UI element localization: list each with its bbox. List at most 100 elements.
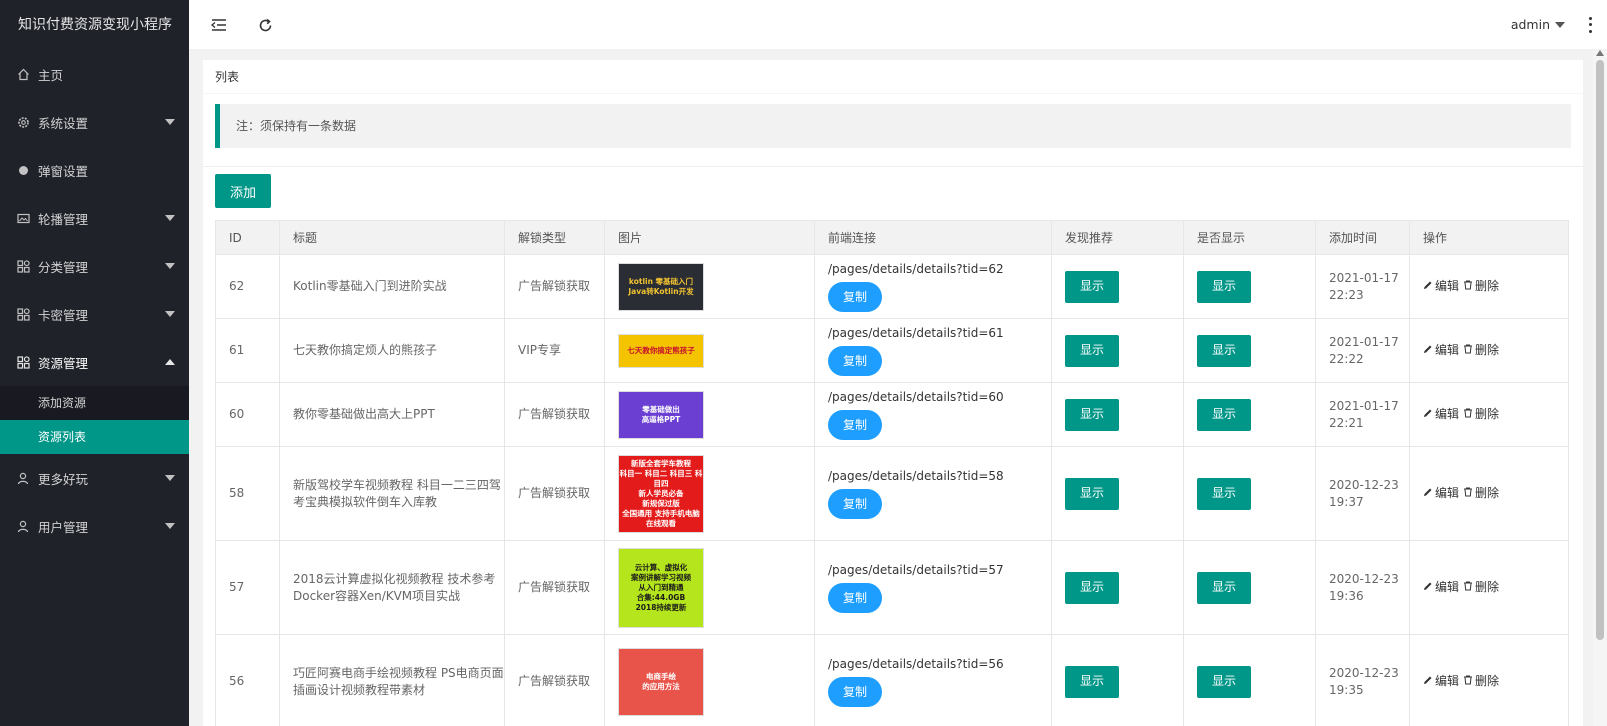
cell-title: Kotlin零基础入门到进阶实战 xyxy=(279,254,505,319)
delete-link[interactable]: 删除 xyxy=(1463,342,1499,359)
cell-image: 电商手绘 的应用方法 xyxy=(604,634,815,726)
column-header-visible[interactable]: 是否显示 xyxy=(1183,220,1316,255)
column-header-image[interactable]: 图片 xyxy=(604,220,815,255)
time-text: 19:37 xyxy=(1329,494,1364,509)
sidebar-item-category[interactable]: 分类管理 xyxy=(0,242,189,290)
scrollbar-thumb[interactable] xyxy=(1596,60,1604,640)
copy-button[interactable]: 复制 xyxy=(828,346,882,376)
edit-link[interactable]: 编辑 xyxy=(1423,278,1459,295)
edit-link[interactable]: 编辑 xyxy=(1423,342,1459,359)
column-header-id[interactable]: ID xyxy=(215,220,280,255)
thumbnail-image[interactable]: 电商手绘 的应用方法 xyxy=(618,647,704,716)
copy-button[interactable]: 复制 xyxy=(828,583,882,613)
cell-visible: 显示 xyxy=(1183,634,1316,726)
column-header-recommend[interactable]: 发现推荐 xyxy=(1051,220,1184,255)
column-header-title[interactable]: 标题 xyxy=(279,220,505,255)
date-text: 2020-12-23 xyxy=(1329,571,1399,586)
date-text: 2021-01-17 xyxy=(1329,334,1399,349)
cell-actions: 编辑 删除 xyxy=(1409,634,1569,726)
username: admin xyxy=(1510,17,1550,32)
recommend-toggle-button[interactable]: 显示 xyxy=(1065,334,1119,367)
sidebar-item-label: 弹窗设置 xyxy=(38,163,89,179)
card-title: 列表 xyxy=(203,60,1583,94)
copy-button[interactable]: 复制 xyxy=(828,489,882,519)
sidebar-subitem-add-resource[interactable]: 添加资源 xyxy=(0,386,189,420)
sidebar-item-users[interactable]: 用户管理 xyxy=(0,502,189,550)
visible-toggle-button[interactable]: 显示 xyxy=(1197,398,1251,431)
menu-collapse-icon[interactable] xyxy=(209,15,229,35)
sidebar-item-popup-settings[interactable]: 弹窗设置 xyxy=(0,146,189,194)
visible-toggle-button[interactable]: 显示 xyxy=(1197,665,1251,698)
sidebar-item-label: 系统设置 xyxy=(38,115,89,131)
page-scrollbar[interactable] xyxy=(1593,50,1607,726)
cell-visible: 显示 xyxy=(1183,446,1316,541)
thumbnail-text: 零基础做出 高逼格PPT xyxy=(641,404,681,424)
thumbnail-image[interactable]: 新版全套学车教程 科目一 科目二 科目三 科目四 新人学员必备 新规保过版 全国… xyxy=(618,454,704,533)
table-row: 61 七天教你搞定烦人的熊孩子 VIP专享 七天教你搞定熊孩子/pages/detai… xyxy=(215,318,1569,383)
visible-toggle-button[interactable]: 显示 xyxy=(1197,270,1251,303)
delete-label: 删除 xyxy=(1475,279,1500,293)
thumbnail-text: 七天教你搞定熊孩子 xyxy=(627,345,695,355)
thumbnail-image[interactable]: 零基础做出 高逼格PPT xyxy=(618,390,704,439)
trash-icon xyxy=(1463,342,1475,359)
cell-link: /pages/details/details?tid=60 复制 xyxy=(814,382,1052,447)
sidebar-item-resources[interactable]: 资源管理 xyxy=(0,338,189,386)
delete-link[interactable]: 删除 xyxy=(1463,485,1499,502)
cell-unlock-type: VIP专享 xyxy=(504,318,605,383)
cell-visible: 显示 xyxy=(1183,382,1316,447)
trash-icon xyxy=(1463,579,1475,596)
copy-button[interactable]: 复制 xyxy=(828,677,882,707)
visible-toggle-button[interactable]: 显示 xyxy=(1197,477,1251,510)
cell-id: 60 xyxy=(215,382,280,447)
copy-button[interactable]: 复制 xyxy=(828,282,882,312)
add-button[interactable]: 添加 xyxy=(215,174,271,208)
visible-toggle-button[interactable]: 显示 xyxy=(1197,334,1251,367)
sidebar-item-more-fun[interactable]: 更多好玩 xyxy=(0,454,189,502)
sidebar-item-home[interactable]: 主页 xyxy=(0,50,189,98)
thumbnail-image[interactable]: 七天教你搞定熊孩子 xyxy=(618,333,704,368)
sidebar-item-card-keys[interactable]: 卡密管理 xyxy=(0,290,189,338)
more-icon[interactable] xyxy=(1585,15,1595,35)
cell-visible: 显示 xyxy=(1183,254,1316,319)
recommend-toggle-button[interactable]: 显示 xyxy=(1065,571,1119,604)
cell-id: 58 xyxy=(215,446,280,541)
recommend-toggle-button[interactable]: 显示 xyxy=(1065,665,1119,698)
grid-icon xyxy=(16,307,30,321)
copy-button[interactable]: 复制 xyxy=(828,410,882,440)
cell-time: 2021-01-17 22:23 xyxy=(1315,254,1410,319)
cell-recommend: 显示 xyxy=(1051,446,1184,541)
sidebar-subitem-resource-list[interactable]: 资源列表 xyxy=(0,420,189,454)
edit-link[interactable]: 编辑 xyxy=(1423,406,1459,423)
visible-toggle-button[interactable]: 显示 xyxy=(1197,571,1251,604)
time-text: 19:35 xyxy=(1329,682,1364,697)
cell-link: /pages/details/details?tid=57 复制 xyxy=(814,540,1052,635)
user-menu[interactable]: admin xyxy=(1511,17,1565,32)
recommend-toggle-button[interactable]: 显示 xyxy=(1065,477,1119,510)
cell-title: 2018云计算虚拟化视频教程 技术参考Docker容器Xen/KVM项目实战 xyxy=(279,540,505,635)
delete-link[interactable]: 删除 xyxy=(1463,579,1499,596)
delete-link[interactable]: 删除 xyxy=(1463,673,1499,690)
column-header-unlock-type[interactable]: 解锁类型 xyxy=(504,220,605,255)
content-card: 列表 注：须保持有一条数据 添加 ID 标题 解锁类型 图片 前端连接 发现推荐… xyxy=(203,60,1583,726)
column-header-time[interactable]: 添加时间 xyxy=(1315,220,1410,255)
delete-link[interactable]: 删除 xyxy=(1463,406,1499,423)
cell-link: /pages/details/details?tid=56 复制 xyxy=(814,634,1052,726)
column-header-link[interactable]: 前端连接 xyxy=(814,220,1052,255)
delete-link[interactable]: 删除 xyxy=(1463,278,1499,295)
resources-submenu: 添加资源 资源列表 xyxy=(0,386,189,454)
sidebar-item-carousel[interactable]: 轮播管理 xyxy=(0,194,189,242)
thumbnail-image[interactable]: kotlin 零基础入门 Java转Kotlin开发 xyxy=(618,262,704,311)
delete-label: 删除 xyxy=(1475,486,1500,500)
edit-link[interactable]: 编辑 xyxy=(1423,485,1459,502)
refresh-icon[interactable] xyxy=(255,15,275,35)
sidebar-item-system-settings[interactable]: 系统设置 xyxy=(0,98,189,146)
cell-actions: 编辑 删除 xyxy=(1409,254,1569,319)
edit-link[interactable]: 编辑 xyxy=(1423,579,1459,596)
column-header-actions[interactable]: 操作 xyxy=(1409,220,1569,255)
edit-icon xyxy=(1423,278,1435,295)
recommend-toggle-button[interactable]: 显示 xyxy=(1065,270,1119,303)
thumbnail-image[interactable]: 云计算、虚拟化 案例讲解学习视频 从入门到精通 合集:44.0GB 2018持续… xyxy=(618,547,704,628)
scroll-up-icon[interactable] xyxy=(1596,50,1604,56)
recommend-toggle-button[interactable]: 显示 xyxy=(1065,398,1119,431)
edit-link[interactable]: 编辑 xyxy=(1423,673,1459,690)
